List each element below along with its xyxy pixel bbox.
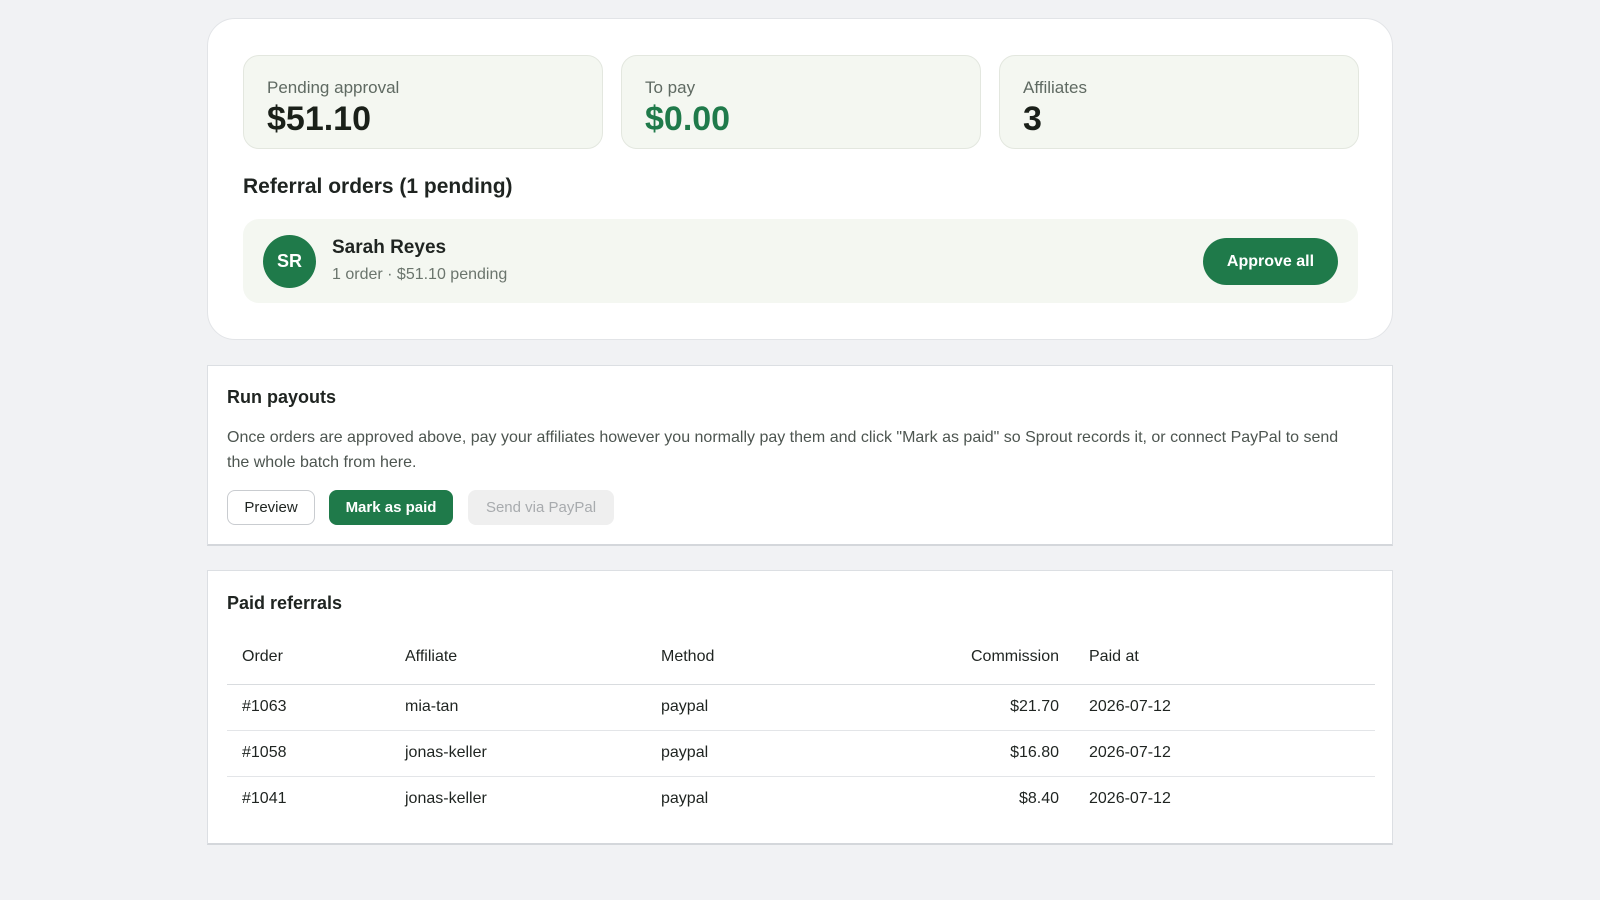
paid-referrals-table: Order Affiliate Method Commission Paid a… [227,631,1375,822]
stat-affiliates: Affiliates 3 [999,55,1359,149]
payouts-description: Once orders are approved above, pay your… [227,429,1339,471]
run-payouts-panel: Run payouts Once orders are approved abo… [207,365,1393,546]
column-header-order: Order [227,631,390,685]
cell-paid-at: 2026-07-12 [1074,730,1375,777]
cell-affiliate: jonas-keller [390,730,646,777]
panel-title: Paid referrals [227,593,343,613]
send-via-paypal-button: Send via PayPal [468,490,614,525]
column-header-affiliate: Affiliate [390,631,646,685]
cell-commission: $8.40 [1018,790,1059,808]
cell-method: paypal [646,730,902,777]
stat-to-pay: To pay $0.00 [621,55,981,149]
stat-label: Pending approval [267,78,400,97]
cell-method: paypal [661,790,709,808]
cell-affiliate: mia-tan [390,684,646,731]
cell-affiliate: jonas-keller [405,790,487,808]
approve-all-button[interactable]: Approve all [1203,238,1338,285]
referral-orders-heading: Referral orders (1 pending) [243,175,513,198]
table-row: #1063 mia-tan paypal $21.70 2026-07-12 [227,684,1375,731]
paid-referrals-panel: Paid referrals Order Affiliate Method Co… [207,570,1393,845]
stat-pending-approval: Pending approval $51.10 [243,55,603,149]
cell-commission: $16.80 [902,730,1074,777]
cell-paid-at: 2026-07-12 [1089,790,1171,808]
table-row: #1058 jonas-keller paypal $16.80 2026-07… [227,730,1375,777]
referral-row: SR Sarah Reyes 1 order · $51.10 pending … [243,219,1358,303]
panel-title: Run payouts [227,387,337,407]
cell-paid-at: 2026-07-12 [1074,684,1375,731]
cell-order: #1041 [242,790,287,808]
mark-as-paid-button[interactable]: Mark as paid [329,490,453,525]
affiliate-name: Sarah Reyes [332,237,447,258]
stat-label: Affiliates [1023,78,1087,97]
cell-method: paypal [646,684,902,731]
summary-card: Pending approval $51.10 To pay $0.00 Aff… [207,18,1393,340]
table-header-row: Order Affiliate Method Commission Paid a… [227,631,1375,685]
column-header-commission: Commission [902,631,1074,685]
column-header-method: Method [646,631,902,685]
preview-button[interactable]: Preview [227,490,315,525]
affiliate-order-summary: 1 order · $51.10 pending [332,266,508,283]
stat-value: $51.10 [267,100,371,138]
stat-label: To pay [645,78,696,97]
column-header-paid-at: Paid at [1074,631,1375,685]
table-row: #1041 jonas-keller paypal $8.40 2026-07-… [227,776,1375,822]
stat-value: 3 [1023,100,1042,138]
stat-value: $0.00 [645,100,731,138]
cell-order: #1063 [227,684,390,731]
avatar: SR [263,235,316,288]
cell-order: #1058 [227,730,390,777]
cell-commission: $21.70 [902,684,1074,731]
